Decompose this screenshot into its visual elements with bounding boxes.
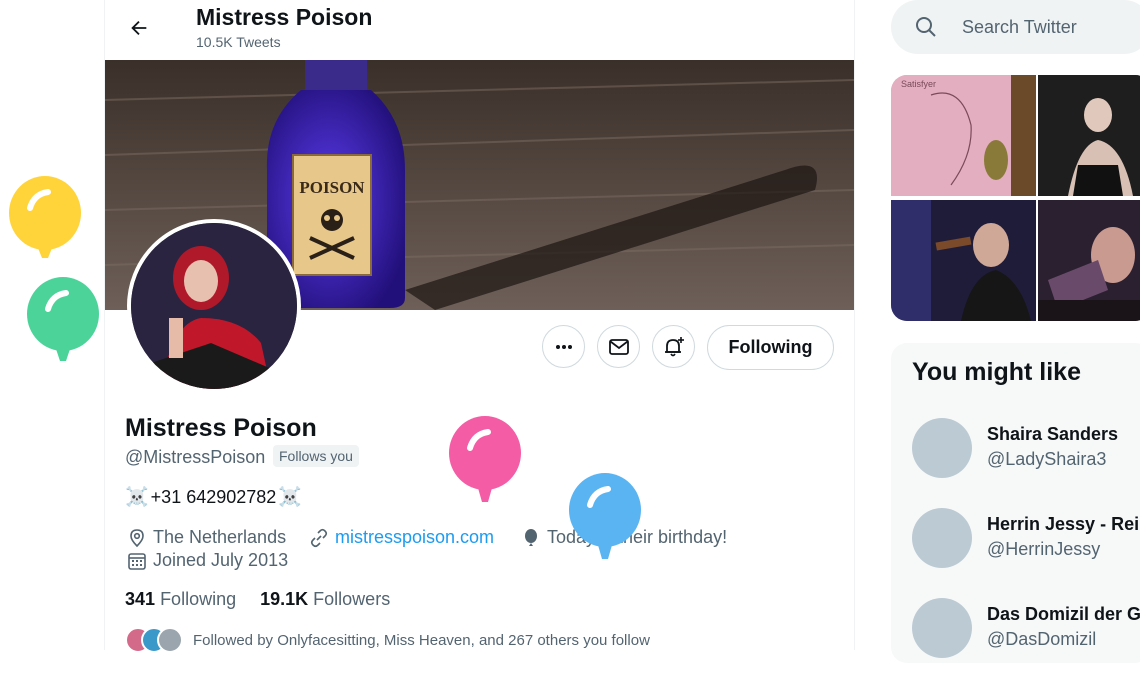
suggested-account[interactable]: Das Domizil der G @DasDomizil — [891, 598, 1140, 688]
more-button[interactable] — [542, 325, 585, 368]
follow-stats: 341 Following 19.1K Followers — [125, 589, 390, 610]
balloon-icon — [525, 528, 537, 546]
balloon-decoration — [449, 416, 521, 502]
who-to-follow-panel: You might like Shaira Sanders @LadyShair… — [891, 343, 1140, 663]
profile-handle: @MistressPoison — [125, 447, 266, 467]
search-input[interactable]: Search Twitter — [962, 17, 1077, 38]
media-tile[interactable] — [1038, 75, 1140, 196]
header-name: Mistress Poison — [196, 4, 373, 30]
balloon-decoration — [9, 176, 81, 258]
suggested-account-handle: @HerrinJessy — [987, 539, 1101, 559]
avatar — [912, 508, 972, 568]
website-link[interactable]: mistresspoison.com — [335, 527, 494, 548]
balloon-decoration — [27, 277, 99, 361]
balloon-decoration — [569, 473, 641, 559]
mail-icon — [608, 338, 629, 355]
suggested-account[interactable]: Shaira Sanders @LadyShaira3 — [891, 418, 1140, 508]
bell-plus-icon — [664, 336, 684, 356]
following-count: 341 — [125, 589, 156, 609]
location-text: The Netherlands — [153, 527, 287, 547]
followers-label: Followers — [313, 589, 391, 609]
banner-poison-label: POISON — [299, 178, 365, 197]
location-pin-icon — [130, 528, 144, 547]
location-item: The Netherlands — [127, 527, 286, 548]
joined-item: Joined July 2013 — [127, 550, 288, 571]
suggested-account-name: Shaira Sanders — [987, 424, 1119, 444]
media-tile[interactable] — [1038, 200, 1140, 321]
media-tile[interactable]: Satisfyer — [891, 75, 1036, 196]
suggested-account-name: Herrin Jessy - Rei — [987, 514, 1140, 534]
followers-count: 19.1K — [260, 589, 309, 609]
website-item: mistresspoison.com — [309, 527, 494, 548]
followed-by-text: Followed by Onlyfacesitting, Miss Heaven… — [193, 631, 650, 649]
media-image — [891, 200, 1036, 321]
header-tweet-count: 10.5K Tweets — [196, 34, 281, 50]
avatar — [912, 418, 972, 478]
arrow-left-icon — [131, 20, 147, 36]
more-dots-icon — [555, 344, 572, 349]
search-box[interactable]: Search Twitter — [891, 0, 1140, 54]
skull-icon: ☠️ — [278, 487, 302, 508]
joined-text: Joined July 2013 — [153, 550, 289, 570]
link-icon — [310, 528, 328, 547]
profile-avatar[interactable] — [127, 219, 301, 393]
media-tile-text: Satisfyer — [901, 79, 936, 89]
avatar — [912, 598, 972, 658]
who-to-follow-title: You might like — [912, 358, 1081, 386]
mutual-avatars — [125, 627, 183, 653]
bio-text: +31 642902782 — [150, 486, 277, 507]
following-label: Following — [160, 589, 237, 609]
followers-stat[interactable]: 19.1K Followers — [260, 589, 390, 610]
media-preview-grid: Satisfyer — [891, 75, 1140, 321]
suggested-account-handle: @LadyShaira3 — [987, 449, 1107, 469]
profile-column: Mistress Poison 10.5K Tweets POISON Foll… — [104, 0, 855, 653]
followed-by-row[interactable]: Followed by Onlyfacesitting, Miss Heaven… — [125, 627, 650, 653]
media-image — [1038, 200, 1140, 321]
message-button[interactable] — [597, 325, 640, 368]
media-image — [1038, 75, 1140, 196]
calendar-icon — [128, 552, 146, 570]
suggested-account-name: Das Domizil der G — [987, 604, 1140, 624]
avatar-image — [131, 223, 297, 389]
avatar — [157, 627, 183, 653]
media-image: Satisfyer — [891, 75, 1036, 196]
notify-button[interactable] — [652, 325, 695, 368]
suggested-account-handle: @DasDomizil — [987, 629, 1097, 649]
media-tile[interactable] — [891, 200, 1036, 321]
search-icon — [916, 17, 936, 37]
profile-header-bar: Mistress Poison 10.5K Tweets — [105, 0, 854, 60]
skull-icon: ☠️ — [125, 487, 149, 508]
profile-bio: ☠️ +31 642902782 ☠️ — [125, 485, 302, 509]
profile-name: Mistress Poison — [125, 414, 317, 442]
following-stat[interactable]: 341 Following — [125, 589, 236, 610]
follows-you-badge: Follows you — [273, 445, 359, 467]
back-button[interactable] — [121, 10, 157, 46]
suggested-account[interactable]: Herrin Jessy - Rei @HerrinJessy — [891, 508, 1140, 598]
following-button[interactable]: Following — [707, 325, 834, 370]
